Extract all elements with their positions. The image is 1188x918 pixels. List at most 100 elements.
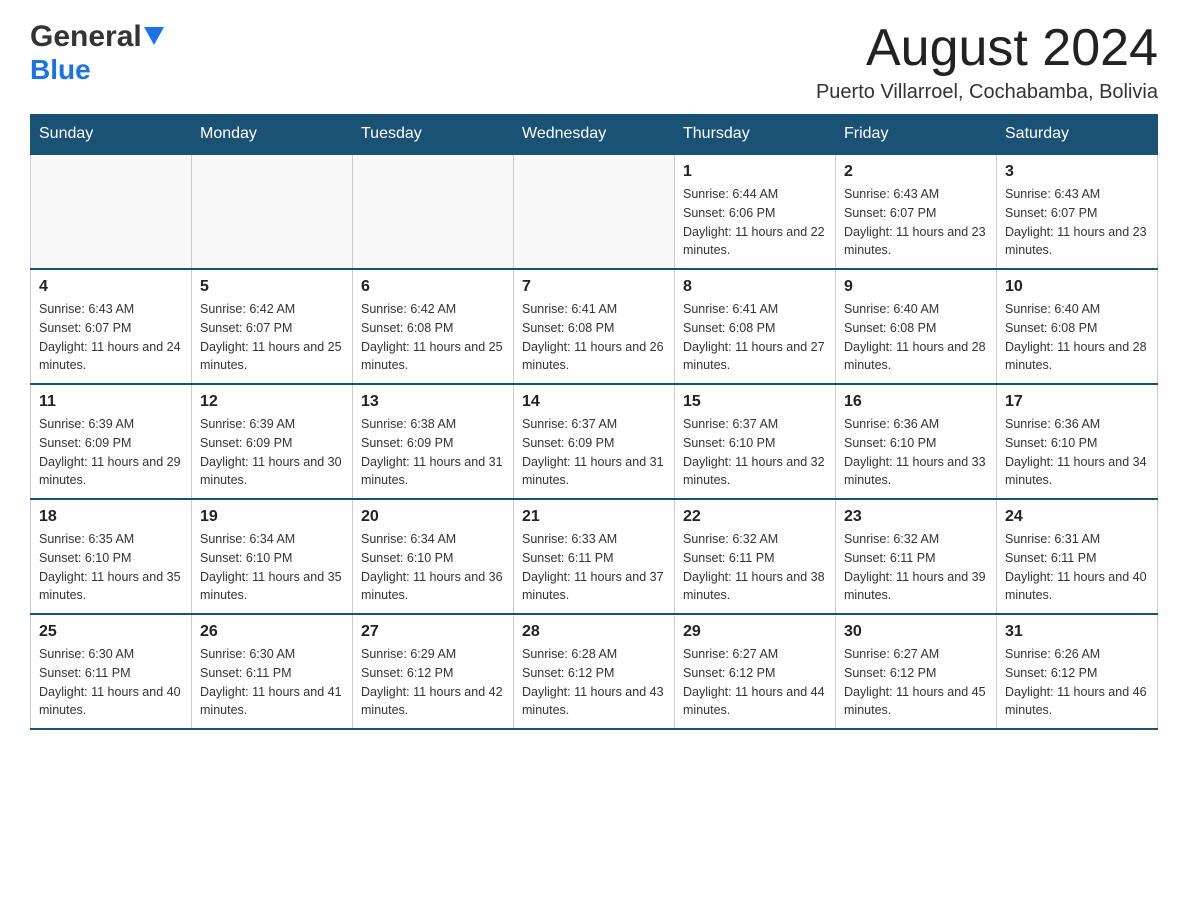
calendar-week-row: 1Sunrise: 6:44 AMSunset: 6:06 PMDaylight… [31, 154, 1158, 269]
day-number: 1 [683, 163, 827, 181]
calendar-cell: 18 Sunrise: 6:35 AMSunset: 6:10 PMDayligh… [31, 499, 192, 614]
calendar-cell [353, 154, 514, 269]
day-sun-info: Sunrise: 6:41 AMSunset: 6:08 PMDaylight:… [683, 300, 827, 375]
day-number: 23 [844, 508, 988, 526]
page-header: General Blue August 2024 Puerto Villarro… [30, 20, 1158, 104]
day-sun-info: Sunrise: 6:36 AMSunset: 6:10 PMDaylight:… [1005, 415, 1149, 490]
day-sun-info: Sunrise: 6:42 AMSunset: 6:07 PMDaylight:… [200, 300, 344, 375]
calendar-table: Sunday Monday Tuesday Wednesday Thursday… [30, 114, 1158, 730]
day-number: 26 [200, 623, 344, 641]
day-sun-info: Sunrise: 6:27 AMSunset: 6:12 PMDaylight:… [683, 645, 827, 720]
day-sun-info: Sunrise: 6:42 AMSunset: 6:08 PMDaylight:… [361, 300, 505, 375]
day-number: 8 [683, 278, 827, 296]
day-number: 17 [1005, 393, 1149, 411]
calendar-cell: 30Sunrise: 6:27 AMSunset: 6:12 PMDayligh… [836, 614, 997, 729]
day-number: 3 [1005, 163, 1149, 181]
calendar-cell: 26 Sunrise: 6:30 AMSunset: 6:11 PMDayligh… [192, 614, 353, 729]
calendar-cell: 2Sunrise: 6:43 AMSunset: 6:07 PMDaylight… [836, 154, 997, 269]
day-number: 20 [361, 508, 505, 526]
day-number: 11 [39, 393, 183, 411]
calendar-cell: 14Sunrise: 6:37 AMSunset: 6:09 PMDayligh… [514, 384, 675, 499]
day-number: 18 [39, 508, 183, 526]
calendar-cell: 5 Sunrise: 6:42 AMSunset: 6:07 PMDaylight… [192, 269, 353, 384]
day-sun-info: Sunrise: 6:40 AMSunset: 6:08 PMDaylight:… [844, 300, 988, 375]
day-number: 29 [683, 623, 827, 641]
day-sun-info: Sunrise: 6:26 AMSunset: 6:12 PMDaylight:… [1005, 645, 1149, 720]
title-area: August 2024 Puerto Villarroel, Cochabamb… [816, 20, 1158, 104]
day-number: 7 [522, 278, 666, 296]
calendar-header-row: Sunday Monday Tuesday Wednesday Thursday… [31, 115, 1158, 155]
day-number: 21 [522, 508, 666, 526]
calendar-cell: 23Sunrise: 6:32 AMSunset: 6:11 PMDayligh… [836, 499, 997, 614]
logo-general-text: General [30, 20, 142, 54]
calendar-cell: 29 Sunrise: 6:27 AMSunset: 6:12 PMDayligh… [675, 614, 836, 729]
day-number: 12 [200, 393, 344, 411]
logo: General Blue [30, 20, 164, 86]
day-sun-info: Sunrise: 6:29 AMSunset: 6:12 PMDaylight:… [361, 645, 505, 720]
day-number: 31 [1005, 623, 1149, 641]
col-friday: Friday [836, 115, 997, 155]
calendar-cell [192, 154, 353, 269]
day-sun-info: Sunrise: 6:39 AMSunset: 6:09 PMDaylight:… [200, 415, 344, 490]
day-sun-info: Sunrise: 6:38 AMSunset: 6:09 PMDaylight:… [361, 415, 505, 490]
day-number: 30 [844, 623, 988, 641]
calendar-cell [514, 154, 675, 269]
logo-triangle-icon [144, 27, 164, 52]
calendar-cell: 17 Sunrise: 6:36 AMSunset: 6:10 PMDayligh… [997, 384, 1158, 499]
col-saturday: Saturday [997, 115, 1158, 155]
day-sun-info: Sunrise: 6:43 AMSunset: 6:07 PMDaylight:… [39, 300, 183, 375]
day-number: 28 [522, 623, 666, 641]
day-sun-info: Sunrise: 6:30 AMSunset: 6:11 PMDaylight:… [200, 645, 344, 720]
calendar-cell: 20 Sunrise: 6:34 AMSunset: 6:10 PMDayligh… [353, 499, 514, 614]
col-wednesday: Wednesday [514, 115, 675, 155]
day-sun-info: Sunrise: 6:40 AMSunset: 6:08 PMDaylight:… [1005, 300, 1149, 375]
calendar-cell: 27 Sunrise: 6:29 AMSunset: 6:12 PMDayligh… [353, 614, 514, 729]
calendar-cell: 6 Sunrise: 6:42 AMSunset: 6:08 PMDaylight… [353, 269, 514, 384]
day-number: 27 [361, 623, 505, 641]
col-tuesday: Tuesday [353, 115, 514, 155]
day-sun-info: Sunrise: 6:33 AMSunset: 6:11 PMDaylight:… [522, 530, 666, 605]
calendar-cell: 22 Sunrise: 6:32 AMSunset: 6:11 PMDayligh… [675, 499, 836, 614]
day-sun-info: Sunrise: 6:34 AMSunset: 6:10 PMDaylight:… [361, 530, 505, 605]
col-monday: Monday [192, 115, 353, 155]
day-number: 22 [683, 508, 827, 526]
calendar-week-row: 4Sunrise: 6:43 AMSunset: 6:07 PMDaylight… [31, 269, 1158, 384]
calendar-week-row: 11 Sunrise: 6:39 AMSunset: 6:09 PMDayligh… [31, 384, 1158, 499]
calendar-cell: 12 Sunrise: 6:39 AMSunset: 6:09 PMDayligh… [192, 384, 353, 499]
day-number: 5 [200, 278, 344, 296]
calendar-cell: 9 Sunrise: 6:40 AMSunset: 6:08 PMDaylight… [836, 269, 997, 384]
day-number: 15 [683, 393, 827, 411]
day-sun-info: Sunrise: 6:34 AMSunset: 6:10 PMDaylight:… [200, 530, 344, 605]
day-number: 16 [844, 393, 988, 411]
day-number: 25 [39, 623, 183, 641]
day-number: 13 [361, 393, 505, 411]
calendar-cell: 7 Sunrise: 6:41 AMSunset: 6:08 PMDaylight… [514, 269, 675, 384]
calendar-cell: 21 Sunrise: 6:33 AMSunset: 6:11 PMDayligh… [514, 499, 675, 614]
day-sun-info: Sunrise: 6:43 AMSunset: 6:07 PMDaylight:… [844, 185, 988, 260]
calendar-cell: 4Sunrise: 6:43 AMSunset: 6:07 PMDaylight… [31, 269, 192, 384]
day-number: 6 [361, 278, 505, 296]
location-title: Puerto Villarroel, Cochabamba, Bolivia [816, 81, 1158, 104]
day-number: 9 [844, 278, 988, 296]
month-title: August 2024 [816, 20, 1158, 77]
col-thursday: Thursday [675, 115, 836, 155]
calendar-cell: 31 Sunrise: 6:26 AMSunset: 6:12 PMDayligh… [997, 614, 1158, 729]
day-sun-info: Sunrise: 6:36 AMSunset: 6:10 PMDaylight:… [844, 415, 988, 490]
calendar-cell: 1Sunrise: 6:44 AMSunset: 6:06 PMDaylight… [675, 154, 836, 269]
calendar-cell: 13 Sunrise: 6:38 AMSunset: 6:09 PMDayligh… [353, 384, 514, 499]
day-number: 10 [1005, 278, 1149, 296]
day-sun-info: Sunrise: 6:39 AMSunset: 6:09 PMDaylight:… [39, 415, 183, 490]
col-sunday: Sunday [31, 115, 192, 155]
day-sun-info: Sunrise: 6:41 AMSunset: 6:08 PMDaylight:… [522, 300, 666, 375]
calendar-cell: 16 Sunrise: 6:36 AMSunset: 6:10 PMDayligh… [836, 384, 997, 499]
day-number: 19 [200, 508, 344, 526]
calendar-cell: 19 Sunrise: 6:34 AMSunset: 6:10 PMDayligh… [192, 499, 353, 614]
day-sun-info: Sunrise: 6:28 AMSunset: 6:12 PMDaylight:… [522, 645, 666, 720]
calendar-cell: 10 Sunrise: 6:40 AMSunset: 6:08 PMDayligh… [997, 269, 1158, 384]
day-sun-info: Sunrise: 6:35 AMSunset: 6:10 PMDaylight:… [39, 530, 183, 605]
day-sun-info: Sunrise: 6:37 AMSunset: 6:09 PMDaylight:… [522, 415, 666, 490]
calendar-cell [31, 154, 192, 269]
calendar-cell: 11 Sunrise: 6:39 AMSunset: 6:09 PMDayligh… [31, 384, 192, 499]
calendar-cell: 24Sunrise: 6:31 AMSunset: 6:11 PMDayligh… [997, 499, 1158, 614]
day-sun-info: Sunrise: 6:32 AMSunset: 6:11 PMDaylight:… [683, 530, 827, 605]
